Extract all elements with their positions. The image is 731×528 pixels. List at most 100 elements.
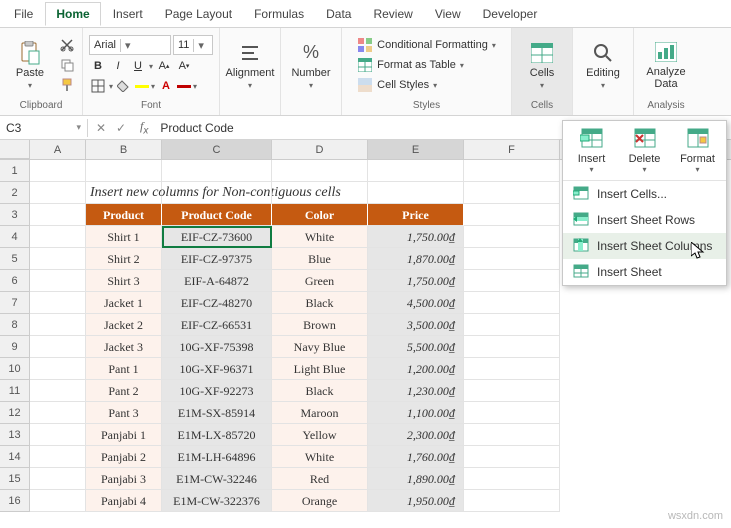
cell-B13[interactable]: Panjabi 1 [86,424,162,446]
font-size-combo[interactable]: 11▾ [173,35,213,55]
cell-D11[interactable]: Black [272,380,368,402]
name-box[interactable]: C3▾ [0,119,88,137]
col-header-E[interactable]: E [368,140,464,159]
cell-E8[interactable]: 3,500.00₫ [368,314,464,336]
cell-A10[interactable] [30,358,86,380]
cell-F3[interactable] [464,204,560,226]
cell-E7[interactable]: 4,500.00₫ [368,292,464,314]
cell-A3[interactable] [30,204,86,226]
cell-A6[interactable] [30,270,86,292]
cell-E16[interactable]: 1,950.00₫ [368,490,464,512]
tab-file[interactable]: File [4,3,43,25]
cell-D2[interactable] [272,182,368,204]
cells-button[interactable]: Cells ▾ [518,33,566,97]
cell-C7[interactable]: EIF-CZ-48270 [162,292,272,314]
cell-F4[interactable] [464,226,560,248]
cell-F1[interactable] [464,160,560,182]
cell-E1[interactable] [368,160,464,182]
cell-D8[interactable]: Brown [272,314,368,336]
cell-E15[interactable]: 1,890.00₫ [368,468,464,490]
tab-developer[interactable]: Developer [473,3,548,25]
cell-C3[interactable]: Product Code [162,204,272,226]
insert-split-button[interactable]: Insert▾ [570,127,614,174]
col-header-F[interactable]: F [464,140,560,159]
cell-F16[interactable] [464,490,560,512]
cell-E2[interactable] [368,182,464,204]
cell-C13[interactable]: E1M-LX-85720 [162,424,272,446]
cell-E11[interactable]: 1,230.00₫ [368,380,464,402]
fill-color-button[interactable] [115,77,133,95]
cell-A2[interactable] [30,182,86,204]
row-header-12[interactable]: 12 [0,402,30,424]
cell-F5[interactable] [464,248,560,270]
alignment-button[interactable]: Alignment ▾ [226,33,274,97]
cell-C12[interactable]: E1M-SX-85914 [162,402,272,424]
cell-F8[interactable] [464,314,560,336]
cell-D16[interactable]: Orange [272,490,368,512]
cell-C1[interactable] [162,160,272,182]
editing-button[interactable]: Editing ▾ [579,33,627,97]
cancel-formula-button[interactable]: ✕ [92,121,110,135]
format-split-button[interactable]: Format▾ [676,127,720,174]
cell-C4[interactable]: EIF-CZ-73600 [162,226,272,248]
cell-D12[interactable]: Maroon [272,402,368,424]
cell-C14[interactable]: E1M-LH-64896 [162,446,272,468]
row-header-7[interactable]: 7 [0,292,30,314]
row-header-14[interactable]: 14 [0,446,30,468]
cut-button[interactable] [58,36,76,54]
borders-button[interactable] [89,77,107,95]
col-header-A[interactable]: A [30,140,86,159]
analyze-data-button[interactable]: Analyze Data [640,33,692,97]
cell-E5[interactable]: 1,870.00₫ [368,248,464,270]
row-header-11[interactable]: 11 [0,380,30,402]
cell-E10[interactable]: 1,200.00₫ [368,358,464,380]
row-header-8[interactable]: 8 [0,314,30,336]
cell-D15[interactable]: Red [272,468,368,490]
cell-D9[interactable]: Navy Blue [272,336,368,358]
col-header-B[interactable]: B [86,140,162,159]
row-header-3[interactable]: 3 [0,204,30,226]
cell-A5[interactable] [30,248,86,270]
format-painter-button[interactable] [58,76,76,94]
cell-F7[interactable] [464,292,560,314]
copy-button[interactable] [58,56,76,74]
cell-B16[interactable]: Panjabi 4 [86,490,162,512]
cell-F14[interactable] [464,446,560,468]
chevron-down-icon[interactable]: ▾ [149,62,153,71]
cell-A12[interactable] [30,402,86,424]
cell-B1[interactable] [86,160,162,182]
menu-insert-cells[interactable]: Insert Cells... [563,181,726,207]
row-header-2[interactable]: 2 [0,182,30,204]
row-header-6[interactable]: 6 [0,270,30,292]
cell-D6[interactable]: Green [272,270,368,292]
cell-D1[interactable] [272,160,368,182]
row-header-10[interactable]: 10 [0,358,30,380]
cell-A1[interactable] [30,160,86,182]
cell-E6[interactable]: 1,750.00₫ [368,270,464,292]
cell-D5[interactable]: Blue [272,248,368,270]
number-button[interactable]: % Number ▾ [287,33,335,97]
cell-A8[interactable] [30,314,86,336]
cell-F13[interactable] [464,424,560,446]
cell-F6[interactable] [464,270,560,292]
menu-insert-sheet-rows[interactable]: Insert Sheet Rows [563,207,726,233]
bold-button[interactable]: B [89,57,107,75]
cell-A14[interactable] [30,446,86,468]
cell-A9[interactable] [30,336,86,358]
cell-A11[interactable] [30,380,86,402]
cell-F9[interactable] [464,336,560,358]
chevron-down-icon[interactable]: ▾ [109,82,113,91]
row-header-5[interactable]: 5 [0,248,30,270]
cell-C15[interactable]: E1M-CW-32246 [162,468,272,490]
cell-E13[interactable]: 2,300.00₫ [368,424,464,446]
row-header-15[interactable]: 15 [0,468,30,490]
cell-C10[interactable]: 10G-XF-96371 [162,358,272,380]
cell-D10[interactable]: Light Blue [272,358,368,380]
format-as-table-button[interactable]: Format as Table▾ [354,56,499,74]
cell-A15[interactable] [30,468,86,490]
select-all-corner[interactable] [0,140,30,159]
cell-D13[interactable]: Yellow [272,424,368,446]
tab-view[interactable]: View [425,3,471,25]
tab-review[interactable]: Review [363,3,422,25]
cell-B14[interactable]: Panjabi 2 [86,446,162,468]
